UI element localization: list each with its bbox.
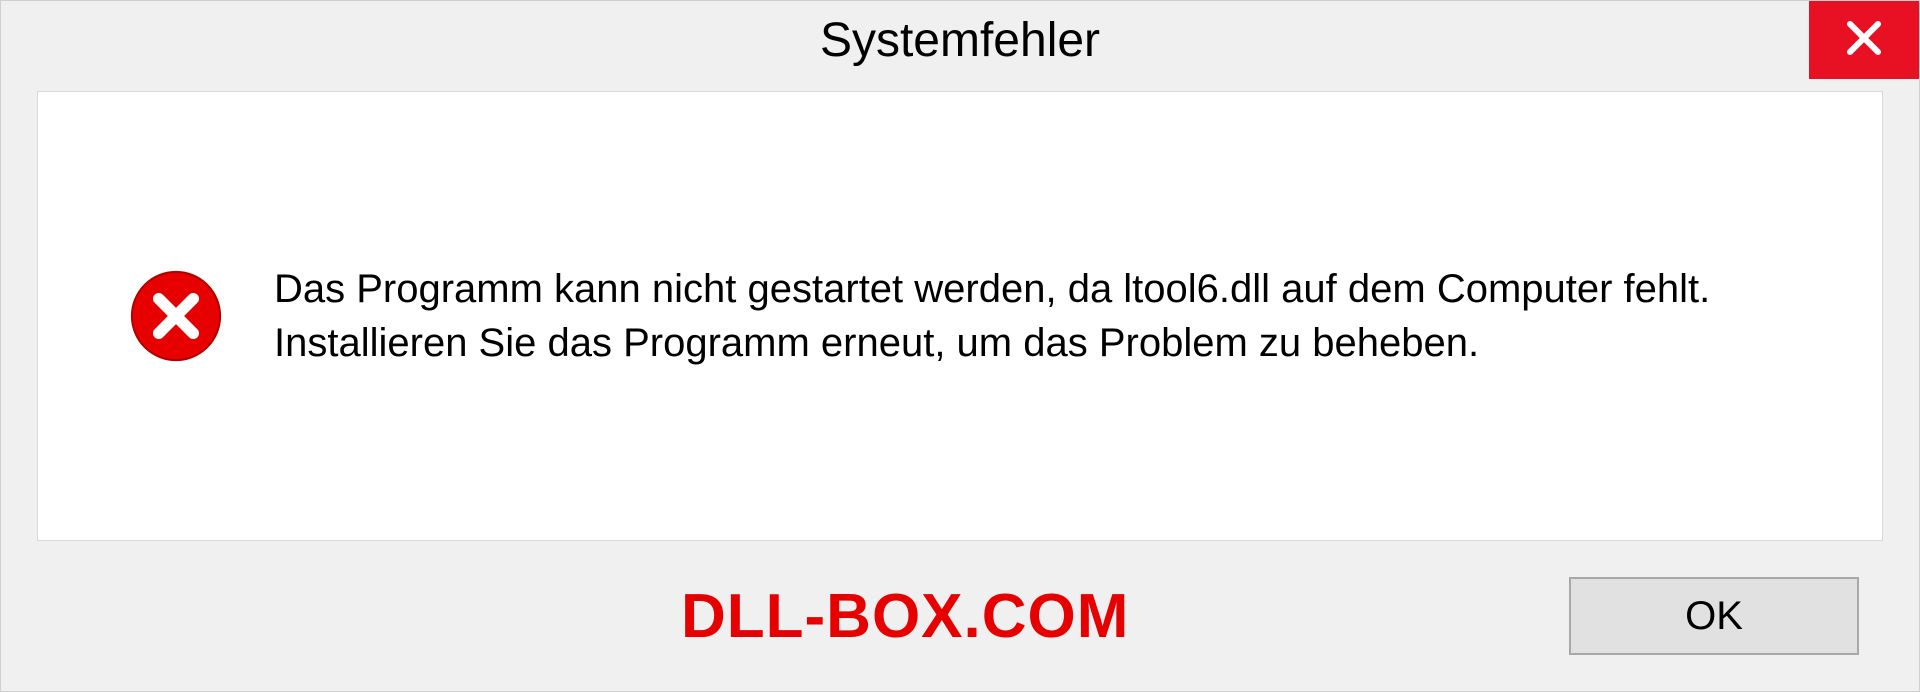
error-icon [128,268,224,364]
content-panel: Das Programm kann nicht gestartet werden… [37,91,1883,541]
ok-button[interactable]: OK [1569,577,1859,655]
error-message: Das Programm kann nicht gestartet werden… [274,262,1774,370]
close-button[interactable] [1809,1,1919,79]
dialog-footer: DLL-BOX.COM OK [1,541,1919,691]
error-dialog: Systemfehler Das Programm kann nicht ges… [0,0,1920,692]
titlebar: Systemfehler [1,1,1919,79]
dialog-title: Systemfehler [820,13,1100,68]
close-icon [1844,18,1884,63]
watermark-text: DLL-BOX.COM [681,581,1129,652]
